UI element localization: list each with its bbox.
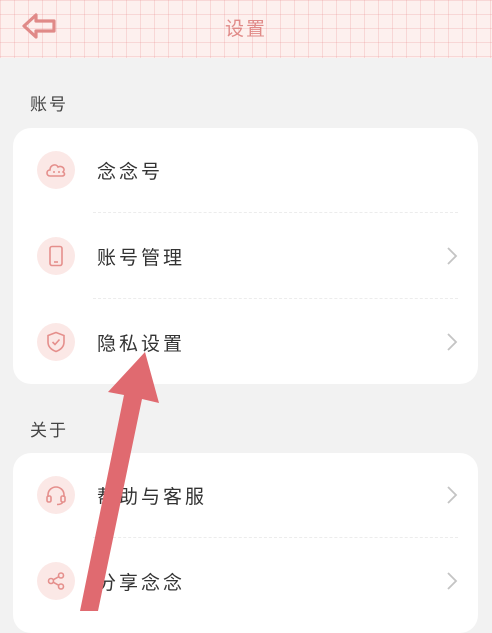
divider — [93, 212, 458, 213]
list-item-label: 分享念念 — [97, 572, 186, 594]
chevron-right-icon — [447, 333, 458, 351]
headset-icon — [37, 476, 75, 514]
cloud-face-icon — [37, 151, 75, 189]
list-item-account-management[interactable]: 账号管理 — [13, 218, 478, 294]
list-item-help-support[interactable]: 帮助与客服 — [13, 457, 478, 533]
list-item-share[interactable]: 分享念念 — [13, 543, 478, 619]
share-icon — [37, 562, 75, 600]
section-label-about: 关于 — [30, 421, 68, 441]
phone-icon — [37, 237, 75, 275]
account-card: 念念号 账号管理 隐私设置 — [13, 128, 478, 384]
list-item-label: 念念号 — [97, 161, 164, 183]
list-item-label: 隐私设置 — [97, 333, 186, 355]
divider — [93, 298, 458, 299]
section-label-account: 账号 — [30, 95, 68, 115]
shield-icon — [37, 323, 75, 361]
divider — [93, 537, 458, 538]
chevron-right-icon — [447, 486, 458, 504]
chevron-right-icon — [447, 572, 458, 590]
chevron-right-icon — [447, 247, 458, 265]
list-item-label: 帮助与客服 — [97, 486, 208, 508]
list-item-label: 账号管理 — [97, 247, 186, 269]
list-item-privacy-settings[interactable]: 隐私设置 — [13, 304, 478, 380]
about-card: 帮助与客服 分享念念 — [13, 453, 478, 633]
top-bar: 设置 — [0, 0, 492, 58]
page-title: 设置 — [224, 18, 267, 40]
list-item-niannian-id[interactable]: 念念号 — [13, 132, 478, 208]
